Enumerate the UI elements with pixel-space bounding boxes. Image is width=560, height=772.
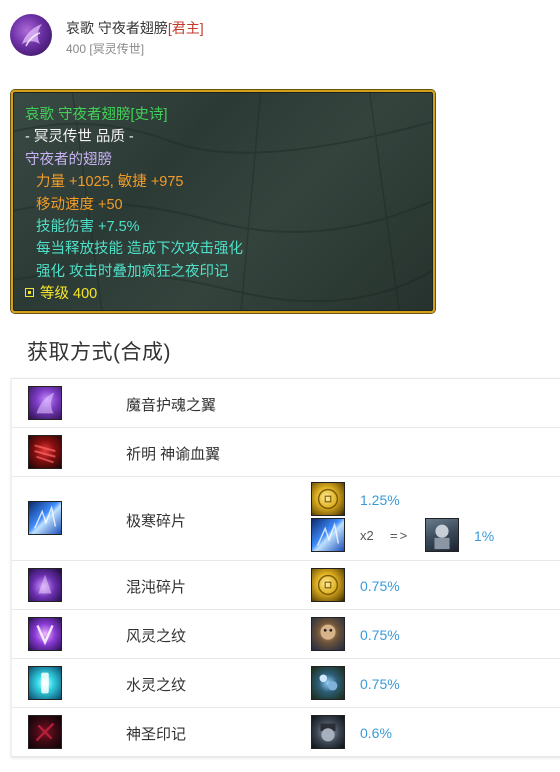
recipe-name[interactable]: 魔音护魂之翼 [126,394,216,415]
gold-coin-icon[interactable] [311,568,345,602]
table-row: 魔音护魂之翼 [11,379,560,428]
armored-hero-portrait-icon[interactable] [425,518,459,552]
tooltip-stat-move-speed: 移动速度 +50 [36,196,123,213]
recipe-name[interactable]: 混沌碎片 [126,576,186,597]
table-row: 祈明 神谕血翼 [11,428,560,477]
tooltip-quality-line: - 冥灵传世 品质 - [25,129,134,146]
void-wing-icon [10,14,52,56]
item-subtitle: 400 [冥灵传世] [66,40,144,57]
red-wing-icon[interactable] [28,435,62,469]
item-title: 哀歌 守夜者翅膀[君主] [66,18,204,38]
ice-shard-icon[interactable] [28,501,62,535]
tooltip-level-line: 等级 400 [25,283,243,305]
water-rune-icon[interactable] [28,666,62,700]
orb-portrait-icon[interactable] [311,666,345,700]
recipe-name[interactable]: 祈明 神谕血翼 [126,443,220,464]
recipe-table: 魔音护魂之翼 祈明 神谕血翼 极寒碎片 1.25% x2 => 1% 混沌碎片 [11,378,560,757]
gold-coin-icon[interactable] [311,482,345,516]
table-row: 极寒碎片 1.25% x2 => 1% [11,477,560,561]
beast-portrait-icon[interactable] [311,617,345,651]
table-row: 神圣印记 0.6% [11,708,560,757]
holy-mark-icon[interactable] [28,715,62,749]
item-category: [冥灵传世] [89,42,145,56]
item-tooltip: 哀歌 守夜者翅膀[史诗] - 冥灵传世 品质 - 守夜者的翅膀 力量 +1025… [11,90,435,313]
item-header: 哀歌 守夜者翅膀[君主] 400 [冥灵传世] [10,14,550,60]
tooltip-description: 守夜者的翅膀 [25,151,112,168]
tooltip-effect-1: 每当释放技能 造成下次攻击强化 [36,241,244,258]
drop-chance: 1.25% [360,492,400,508]
tooltip-stat-skill-damage: 技能伤害 +7.5% [36,219,140,236]
purple-wing-icon[interactable] [28,386,62,420]
convert-arrow: => [390,528,410,543]
recipe-name[interactable]: 极寒碎片 [126,510,186,531]
chaos-shard-icon[interactable] [28,568,62,602]
table-row: 水灵之纹 0.75% [11,659,560,708]
section-title: 获取方式(合成) [27,341,171,364]
drop-chance: 0.75% [360,676,400,692]
item-level: 400 [66,42,87,56]
recipe-name[interactable]: 神圣印记 [126,723,186,744]
quality-tag: [君主] [167,20,204,36]
material-multiplier: x2 [360,528,374,543]
wind-rune-icon[interactable] [28,617,62,651]
tooltip-item-name: 哀歌 守夜者翅膀[史诗] [25,107,168,123]
level-label: 等级 [40,286,69,303]
table-row: 风灵之纹 0.75% [11,610,560,659]
recipe-name[interactable]: 水灵之纹 [126,674,186,695]
recipe-name[interactable]: 风灵之纹 [126,625,186,646]
drop-chance: 0.75% [360,578,400,594]
item-name: 哀歌 守夜者翅膀 [66,20,168,36]
tooltip-effect-2: 强化 攻击时叠加疯狂之夜印记 [36,263,229,280]
drop-chance: 0.6% [360,725,392,741]
ice-shard-icon[interactable] [311,518,345,552]
level-value: 400 [73,286,98,303]
drop-chance: 1% [474,528,495,544]
level-box-icon [25,288,34,298]
table-row: 混沌碎片 0.75% [11,561,560,610]
orc-portrait-icon[interactable] [311,715,345,749]
tooltip-stat-str-agi: 力量 +1025, 敏捷 +975 [36,174,184,191]
drop-chance: 0.75% [360,627,400,643]
